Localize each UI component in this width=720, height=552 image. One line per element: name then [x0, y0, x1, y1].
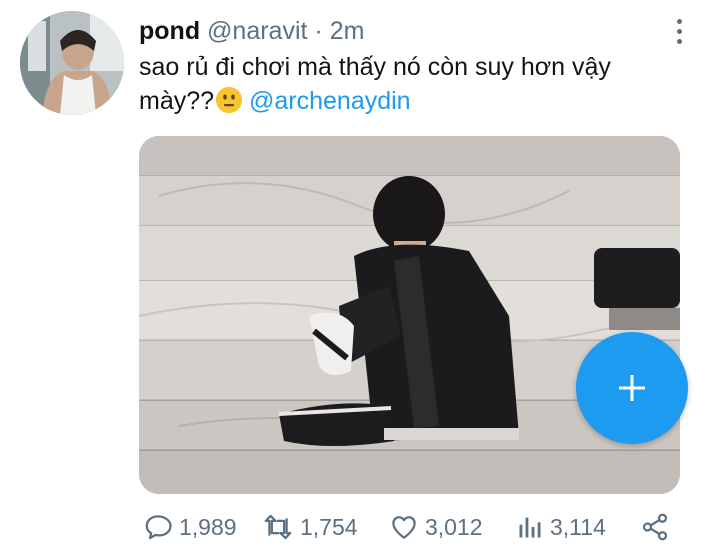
plus-icon [619, 375, 645, 401]
more-options-icon[interactable] [666, 14, 692, 48]
view-count-button[interactable]: 3,114 [516, 507, 606, 547]
share-icon [642, 513, 668, 541]
like-button[interactable]: 3,012 [389, 507, 483, 547]
author-handle[interactable]: @naravit [207, 17, 307, 45]
reply-button[interactable]: 1,989 [143, 507, 237, 547]
like-count: 3,012 [425, 513, 483, 540]
view-count: 3,114 [550, 513, 606, 540]
compose-tweet-button[interactable] [576, 332, 688, 444]
tweet-text: sao rủ đi chơi mà thấy nó còn suy hơn vậ… [139, 50, 679, 118]
timestamp[interactable]: 2m [330, 17, 365, 45]
header-separator: · [314, 17, 323, 45]
avatar[interactable] [20, 11, 124, 115]
author-name[interactable]: pond [139, 17, 200, 45]
retweet-button[interactable]: 1,754 [262, 507, 358, 547]
retweet-count: 1,754 [300, 513, 358, 540]
tweet-action-bar: 1,989 1,754 3,012 3,114 [0, 507, 720, 547]
avatar-image [20, 11, 124, 115]
retweet-icon [264, 514, 292, 540]
reply-icon [145, 515, 172, 540]
share-button[interactable] [640, 507, 670, 547]
heart-icon [392, 516, 416, 539]
reply-count: 1,989 [179, 513, 237, 540]
tweet-header: pond @naravit · 2m [139, 14, 364, 48]
neutral-face-emoji-icon [216, 87, 243, 113]
tweet-media-photo[interactable] [139, 136, 680, 494]
mention-link[interactable]: @archenaydin [249, 87, 411, 115]
photo-image [139, 136, 680, 494]
analytics-bars-icon [519, 517, 541, 538]
